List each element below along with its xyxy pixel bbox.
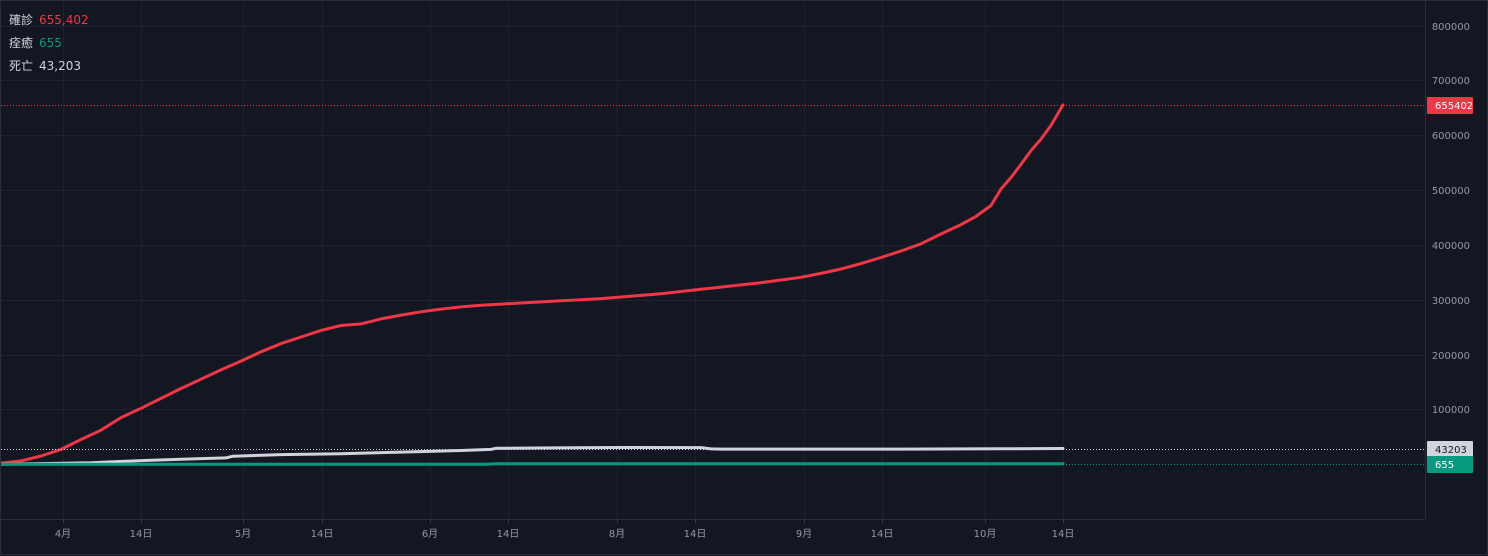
legend: 確診 655,402 痊癒 655 死亡 43,203 bbox=[9, 9, 89, 78]
grid-layer bbox=[1, 1, 1425, 519]
y-tick-label: 500000 bbox=[1432, 186, 1470, 197]
legend-label: 痊癒 bbox=[9, 36, 33, 50]
legend-item-recovered: 痊癒 655 bbox=[9, 32, 89, 55]
chart-container[interactable]: 4月 14日 5月 14日 6月 14日 8月 14日 9月 14日 10月 14日 100000 200… bbox=[0, 0, 1488, 555]
x-tick-label: 14日 bbox=[497, 529, 520, 540]
y-tick-label: 800000 bbox=[1432, 22, 1470, 33]
legend-label: 確診 bbox=[9, 13, 33, 27]
last-value-tag-label: 655402 bbox=[1435, 101, 1473, 112]
legend-label: 死亡 bbox=[9, 59, 33, 73]
last-value-tag-label: 43203 bbox=[1435, 445, 1467, 456]
x-tick-label: 9月 bbox=[796, 528, 812, 540]
x-tick-label: 8月 bbox=[609, 528, 625, 540]
x-tick-label: 4月 bbox=[55, 528, 71, 540]
y-tick-label: 300000 bbox=[1432, 296, 1470, 307]
x-tick-label: 5月 bbox=[235, 528, 251, 540]
x-tick-label: 10月 bbox=[974, 528, 997, 540]
legend-item-confirmed: 確診 655,402 bbox=[9, 9, 89, 32]
x-tick-label: 14日 bbox=[1052, 529, 1075, 540]
series-line-死亡 bbox=[1, 448, 1063, 465]
series-layer bbox=[1, 105, 1063, 464]
legend-value: 43,203 bbox=[39, 59, 81, 73]
chart-svg[interactable]: 4月 14日 5月 14日 6月 14日 8月 14日 9月 14日 10月 14日 100000 200… bbox=[1, 1, 1488, 556]
y-tick-label: 700000 bbox=[1432, 76, 1470, 87]
legend-value: 655 bbox=[39, 36, 62, 50]
x-tick-label: 6月 bbox=[422, 528, 438, 540]
x-tick-label: 14日 bbox=[871, 529, 894, 540]
y-tick-label: 400000 bbox=[1432, 241, 1470, 252]
legend-item-deaths: 死亡 43,203 bbox=[9, 55, 89, 78]
y-tick-label: 200000 bbox=[1432, 351, 1470, 362]
legend-value: 655,402 bbox=[39, 13, 89, 27]
axis-layer bbox=[1, 1, 1426, 520]
x-tick-label: 14日 bbox=[311, 529, 334, 540]
x-tick-label: 14日 bbox=[684, 529, 707, 540]
last-value-tag-label: 655 bbox=[1435, 460, 1454, 471]
y-tick-label: 600000 bbox=[1432, 131, 1470, 142]
y-tick-label: 100000 bbox=[1432, 405, 1470, 416]
x-tick-label: 14日 bbox=[130, 529, 153, 540]
